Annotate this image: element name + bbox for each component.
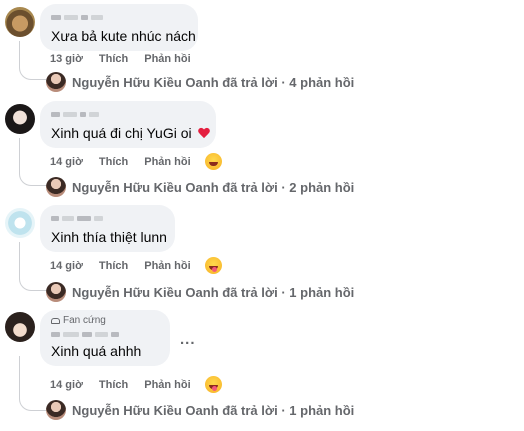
reply-connector-line [19,138,46,186]
commenter-name-redacted[interactable] [51,328,159,340]
reply-connector-line [19,356,46,411]
commenter-avatar[interactable] [5,104,35,134]
comment-time[interactable]: 13 giờ [50,53,83,65]
fan-badge: Fan cứng [51,315,159,326]
view-replies-link[interactable]: Nguyễn Hữu Kiều Oanh đã trả lời · 4 phản… [46,72,354,92]
commenter-name-redacted[interactable] [51,212,164,224]
replier-avatar [46,177,66,197]
comment-time[interactable]: 14 giờ [50,260,83,272]
tongue-icon[interactable] [204,257,222,274]
comment-text: Xinh quá đi chị YuGi oi [51,124,205,142]
reply-button[interactable]: Phản hồi [144,379,190,391]
comment-text: Xưa bả kute nhúc nách [51,28,196,44]
comment-actions: 14 giờ Thích Phản hồi [50,257,238,274]
reply-connector-line [19,242,46,291]
reply-button[interactable]: Phản hồi [144,53,190,65]
replier-avatar [46,282,66,302]
heart-icon [198,127,210,139]
view-replies-link[interactable]: Nguyễn Hữu Kiều Oanh đã trả lời · 1 phản… [46,400,354,420]
badge-icon [51,317,60,324]
like-button[interactable]: Thích [99,260,128,272]
comment-actions: 14 giờ Thích Phản hồi [50,153,238,170]
comment-text-body: Xinh quá đi chị YuGi oi [51,125,192,141]
commenter-name-redacted[interactable] [51,108,205,120]
comment-time[interactable]: 14 giờ [50,156,83,168]
reply-summary: Nguyễn Hữu Kiều Oanh đã trả lời · 4 phản… [72,74,355,90]
more-options-icon[interactable]: ... [180,331,196,348]
like-button[interactable]: Thích [99,156,128,168]
comment-actions: 13 giờ Thích Phản hồi [50,53,207,65]
comment-bubble: Xinh quá đi chị YuGi oi [40,101,216,148]
comment-bubble: Xưa bả kute nhúc nách [40,4,198,51]
reply-connector-line [19,41,46,80]
like-button[interactable]: Thích [99,53,128,65]
comment-text: Xinh thía thiệt lunn [51,229,167,245]
comment-text: Xinh quá ahhh [51,343,142,359]
view-replies-link[interactable]: Nguyễn Hữu Kiều Oanh đã trả lời · 2 phản… [46,177,354,197]
like-button[interactable]: Thích [99,379,128,391]
commenter-name-redacted[interactable] [51,11,187,23]
comment-time[interactable]: 14 giờ [50,379,83,391]
reply-button[interactable]: Phản hồi [144,156,190,168]
comment-actions: 14 giờ Thích Phản hồi [50,376,238,393]
comment-bubble: Fan cứng Xinh quá ahhh [40,310,170,366]
reply-button[interactable]: Phản hồi [144,260,190,272]
replier-avatar [46,72,66,92]
reply-summary: Nguyễn Hữu Kiều Oanh đã trả lời · 1 phản… [72,402,355,418]
commenter-avatar[interactable] [5,312,35,342]
replier-avatar [46,400,66,420]
fan-badge-label: Fan cứng [63,315,106,326]
reply-summary: Nguyễn Hữu Kiều Oanh đã trả lời · 2 phản… [72,179,355,195]
comment-bubble: Xinh thía thiệt lunn [40,205,175,252]
reply-summary: Nguyễn Hữu Kiều Oanh đã trả lời · 1 phản… [72,284,355,300]
view-replies-link[interactable]: Nguyễn Hữu Kiều Oanh đã trả lời · 1 phản… [46,282,354,302]
commenter-avatar[interactable] [5,208,35,238]
tongue-icon[interactable] [204,376,222,393]
commenter-avatar[interactable] [5,7,35,37]
haha-icon[interactable] [204,153,222,170]
